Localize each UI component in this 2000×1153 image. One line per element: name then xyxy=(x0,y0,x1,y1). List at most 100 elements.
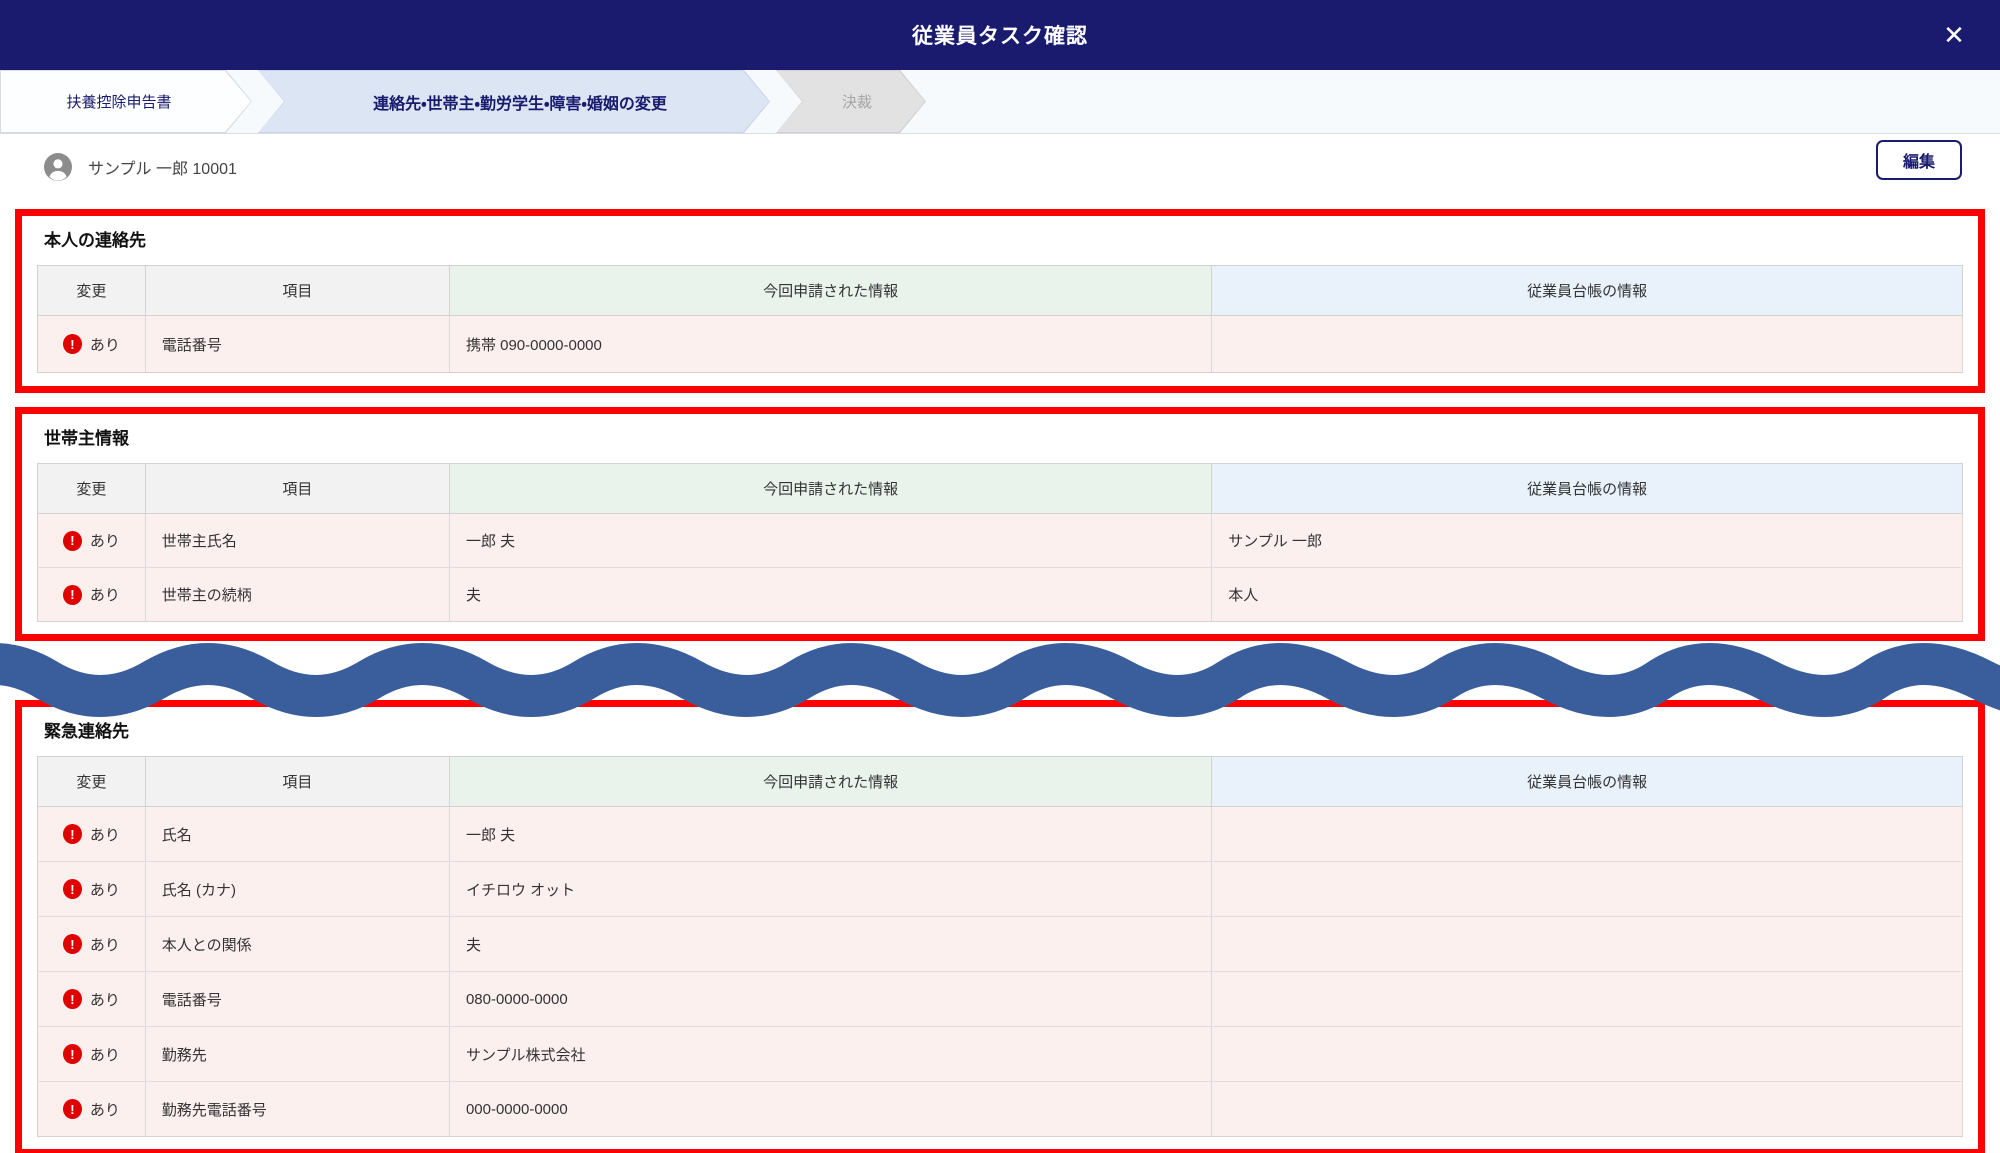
change-status: ! あり xyxy=(63,989,120,1010)
alert-icon: ! xyxy=(63,334,82,354)
change-status-label: あり xyxy=(90,989,120,1010)
step-kessai-disabled: 決裁 xyxy=(776,70,926,133)
ledger-value-cell xyxy=(1212,1027,1963,1082)
change-status-label: あり xyxy=(90,584,120,605)
edit-button[interactable]: 編集 xyxy=(1876,140,1962,180)
table-header-row: 変更 項目 今回申請された情報 従業員台帳の情報 xyxy=(38,266,1963,316)
ledger-value-cell xyxy=(1212,917,1963,972)
alert-icon: ! xyxy=(63,585,82,605)
applied-value-cell: 夫 xyxy=(449,568,1211,622)
applied-value-cell: イチロウ オット xyxy=(449,862,1211,917)
change-status: ! あり xyxy=(63,879,120,900)
change-status-label: あり xyxy=(90,824,120,845)
alert-icon: ! xyxy=(63,1044,82,1064)
item-name-cell: 勤務先電話番号 xyxy=(145,1082,449,1137)
employee-header-row: サンプル 一郎 10001 編集 xyxy=(0,142,2000,192)
ledger-value-cell xyxy=(1212,862,1963,917)
change-status-cell: ! あり xyxy=(38,807,146,862)
col-header-item: 項目 xyxy=(145,757,449,807)
ledger-value-cell xyxy=(1212,972,1963,1027)
applied-value-cell: 000-0000-0000 xyxy=(449,1082,1211,1137)
item-name-cell: 世帯主の続柄 xyxy=(145,568,449,622)
ledger-value-cell xyxy=(1212,316,1963,373)
alert-icon: ! xyxy=(63,1099,82,1119)
item-name-cell: 氏名 (カナ) xyxy=(145,862,449,917)
close-icon[interactable]: ✕ xyxy=(1934,15,1974,55)
change-status-cell: ! あり xyxy=(38,514,146,568)
change-status: ! あり xyxy=(63,334,120,355)
section-personal-contact: 本人の連絡先 変更 項目 今回申請された情報 従業員台帳の情報 ! あり 電話番… xyxy=(15,209,1985,393)
table-row: ! あり 世帯主氏名 一郎 夫 サンプル 一郎 xyxy=(38,514,1963,568)
col-header-ledger: 従業員台帳の情報 xyxy=(1212,266,1963,316)
table-row: ! あり 本人との関係 夫 xyxy=(38,917,1963,972)
table-row: ! あり 勤務先 サンプル株式会社 xyxy=(38,1027,1963,1082)
step-fuyo-kojo-shinkokusho[interactable]: 扶養控除申告書 xyxy=(0,70,252,133)
section-title: 世帯主情報 xyxy=(44,424,1963,449)
change-status-cell: ! あり xyxy=(38,917,146,972)
ledger-value-cell: 本人 xyxy=(1212,568,1963,622)
table-row: ! あり 世帯主の続柄 夫 本人 xyxy=(38,568,1963,622)
change-status-cell: ! あり xyxy=(38,1027,146,1082)
col-header-ledger: 従業員台帳の情報 xyxy=(1212,757,1963,807)
comparison-table: 変更 項目 今回申請された情報 従業員台帳の情報 ! あり 世帯主氏名 一郎 夫… xyxy=(37,463,1963,622)
step-label-wrap: 扶養控除申告書 xyxy=(1,71,251,132)
comparison-table: 変更 項目 今回申請された情報 従業員台帳の情報 ! あり 氏名 一郎 夫 ! … xyxy=(37,756,1963,1137)
change-status-label: あり xyxy=(90,1099,120,1120)
col-header-change: 変更 xyxy=(38,266,146,316)
section-title: 緊急連絡先 xyxy=(44,717,1963,742)
alert-icon: ! xyxy=(63,824,82,844)
ledger-value-cell: サンプル 一郎 xyxy=(1212,514,1963,568)
change-status-cell: ! あり xyxy=(38,1082,146,1137)
change-status: ! あり xyxy=(63,530,120,551)
change-status: ! あり xyxy=(63,1044,120,1065)
change-status: ! あり xyxy=(63,1099,120,1120)
alert-icon: ! xyxy=(63,879,82,899)
item-name-cell: 世帯主氏名 xyxy=(145,514,449,568)
user-avatar-icon xyxy=(44,153,72,181)
step-label: 連絡先・世帯主・勤労学生・障害・婚姻の変更 xyxy=(373,90,667,114)
col-header-item: 項目 xyxy=(145,464,449,514)
table-row: ! あり 電話番号 携帯 090-0000-0000 xyxy=(38,316,1963,373)
change-status-cell: ! あり xyxy=(38,316,146,373)
step-label: 決裁 xyxy=(842,91,872,112)
col-header-applied: 今回申請された情報 xyxy=(449,757,1211,807)
section-emergency-contact: 緊急連絡先 変更 項目 今回申請された情報 従業員台帳の情報 ! あり 氏名 一… xyxy=(15,700,1985,1153)
change-status-cell: ! あり xyxy=(38,972,146,1027)
table-row: ! あり 電話番号 080-0000-0000 xyxy=(38,972,1963,1027)
applied-value-cell: 夫 xyxy=(449,917,1211,972)
col-header-change: 変更 xyxy=(38,464,146,514)
item-name-cell: 勤務先 xyxy=(145,1027,449,1082)
applied-value-cell: 080-0000-0000 xyxy=(449,972,1211,1027)
col-header-applied: 今回申請された情報 xyxy=(449,266,1211,316)
change-status: ! あり xyxy=(63,824,120,845)
change-status-label: あり xyxy=(90,879,120,900)
applied-value-cell: 一郎 夫 xyxy=(449,807,1211,862)
item-name-cell: 電話番号 xyxy=(145,316,449,373)
step-label-wrap: 連絡先・世帯主・勤労学生・障害・婚姻の変更 xyxy=(259,71,769,132)
change-status: ! あり xyxy=(63,584,120,605)
change-status-label: あり xyxy=(90,934,120,955)
section-household-head: 世帯主情報 変更 項目 今回申請された情報 従業員台帳の情報 ! あり 世帯主氏… xyxy=(15,407,1985,641)
col-header-item: 項目 xyxy=(145,266,449,316)
item-name-cell: 本人との関係 xyxy=(145,917,449,972)
table-row: ! あり 勤務先電話番号 000-0000-0000 xyxy=(38,1082,1963,1137)
change-status-label: あり xyxy=(90,530,120,551)
item-name-cell: 電話番号 xyxy=(145,972,449,1027)
alert-icon: ! xyxy=(63,531,82,551)
table-header-row: 変更 項目 今回申請された情報 従業員台帳の情報 xyxy=(38,464,1963,514)
applied-value-cell: 携帯 090-0000-0000 xyxy=(449,316,1211,373)
table-row: ! あり 氏名 一郎 夫 xyxy=(38,807,1963,862)
comparison-table: 変更 項目 今回申請された情報 従業員台帳の情報 ! あり 電話番号 携帯 09… xyxy=(37,265,1963,373)
change-status-label: あり xyxy=(90,334,120,355)
ledger-value-cell xyxy=(1212,807,1963,862)
item-name-cell: 氏名 xyxy=(145,807,449,862)
step-label: 扶養控除申告書 xyxy=(66,91,171,112)
change-status-cell: ! あり xyxy=(38,862,146,917)
col-header-ledger: 従業員台帳の情報 xyxy=(1212,464,1963,514)
change-status: ! あり xyxy=(63,934,120,955)
step-navigation: 扶養控除申告書 連絡先・世帯主・勤労学生・障害・婚姻の変更 決裁 xyxy=(0,70,2000,134)
change-status-cell: ! あり xyxy=(38,568,146,622)
applied-value-cell: サンプル株式会社 xyxy=(449,1027,1211,1082)
alert-icon: ! xyxy=(63,934,82,954)
step-renrakusaki-henko-active[interactable]: 連絡先・世帯主・勤労学生・障害・婚姻の変更 xyxy=(258,70,770,133)
